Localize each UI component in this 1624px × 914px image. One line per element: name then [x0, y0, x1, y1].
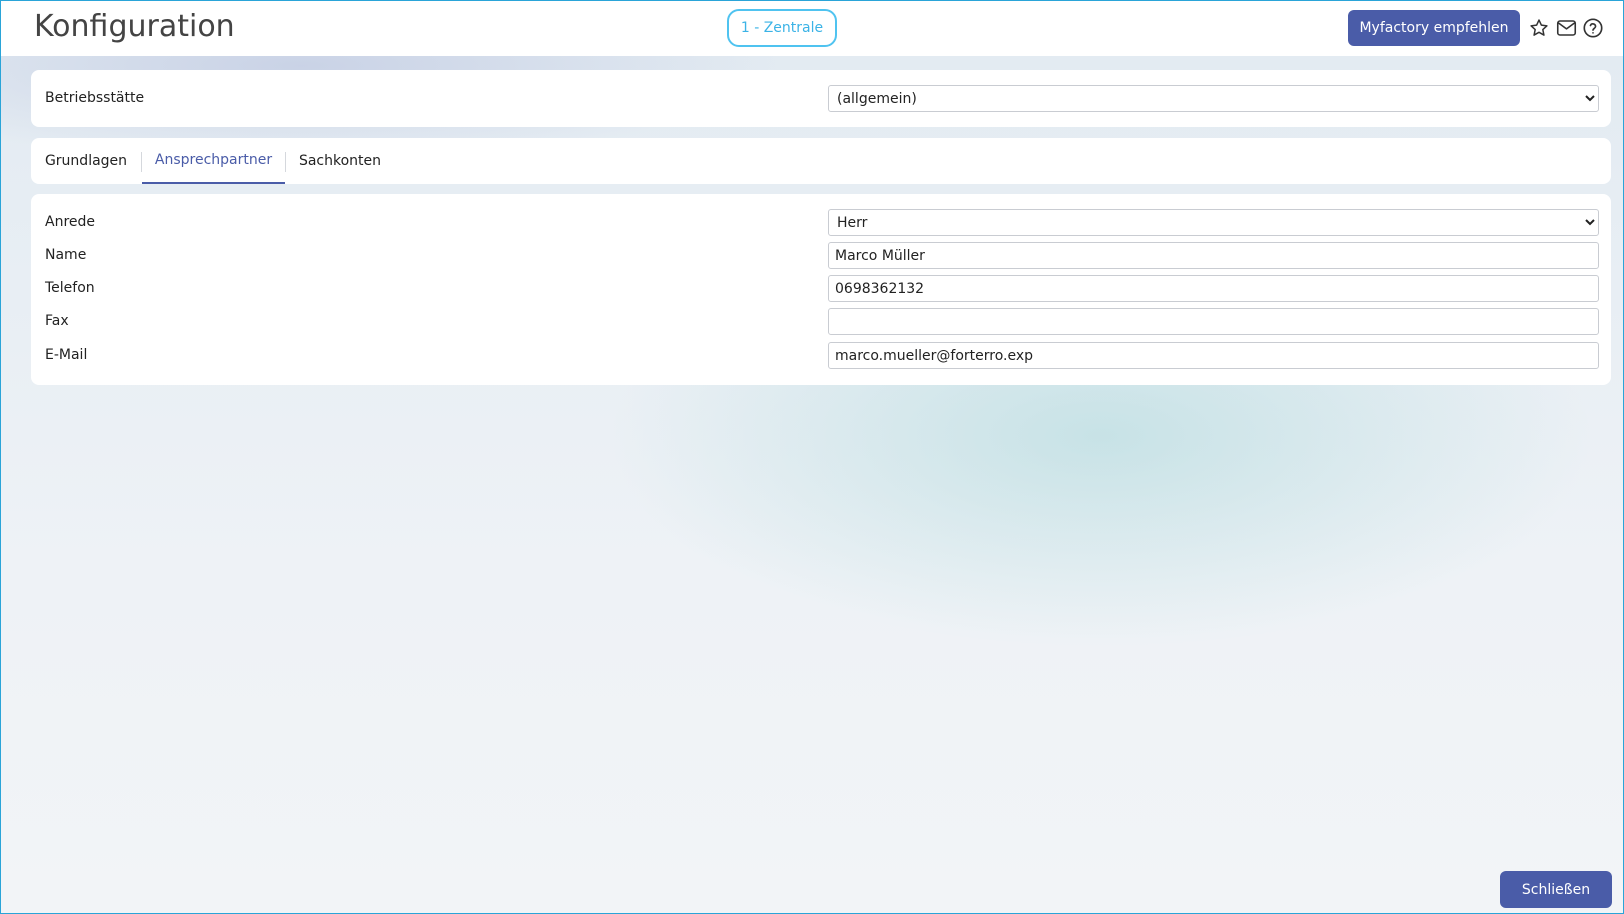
email-input[interactable]	[828, 342, 1599, 369]
site-row: Betriebsstätte (allgemein)	[31, 85, 1611, 113]
fax-row: Fax	[31, 308, 1611, 336]
app-window: Konfiguration 1 - Zentrale Myfactory emp…	[0, 0, 1624, 914]
site-label: Betriebsstätte	[45, 90, 145, 106]
star-icon[interactable]	[1527, 16, 1551, 40]
tab-grundlagen[interactable]: Grundlagen	[31, 138, 141, 184]
name-label: Name	[45, 247, 87, 263]
page-header: Konfiguration 1 - Zentrale Myfactory emp…	[1, 1, 1623, 56]
content-area: Betriebsstätte (allgemein) Grundlagen An…	[1, 56, 1623, 913]
close-button[interactable]: Schließen	[1500, 871, 1612, 908]
mail-icon[interactable]	[1554, 16, 1578, 40]
phone-row: Telefon	[31, 275, 1611, 303]
site-card: Betriebsstätte (allgemein)	[31, 70, 1611, 127]
help-icon[interactable]	[1581, 16, 1605, 40]
name-input[interactable]	[828, 242, 1599, 269]
name-row: Name	[31, 242, 1611, 270]
contact-card: Anrede Herr Name Telefon Fax E-Mail	[31, 194, 1611, 385]
recommend-button[interactable]: Myfactory empfehlen	[1348, 10, 1520, 46]
phone-label: Telefon	[45, 280, 95, 296]
tab-bar: Grundlagen Ansprechpartner Sachkonten	[31, 138, 1611, 184]
email-label: E-Mail	[45, 347, 88, 363]
company-badge[interactable]: 1 - Zentrale	[727, 9, 837, 47]
tab-ansprechpartner[interactable]: Ansprechpartner	[142, 138, 285, 184]
fax-label: Fax	[45, 313, 69, 329]
fax-input[interactable]	[828, 308, 1599, 335]
email-row: E-Mail	[31, 342, 1611, 370]
site-select[interactable]: (allgemein)	[828, 85, 1599, 112]
salutation-select[interactable]: Herr	[828, 209, 1599, 236]
page-title: Konfiguration	[34, 9, 235, 44]
salutation-row: Anrede Herr	[31, 209, 1611, 237]
tab-sachkonten[interactable]: Sachkonten	[286, 138, 394, 184]
salutation-label: Anrede	[45, 214, 96, 230]
phone-input[interactable]	[828, 275, 1599, 302]
